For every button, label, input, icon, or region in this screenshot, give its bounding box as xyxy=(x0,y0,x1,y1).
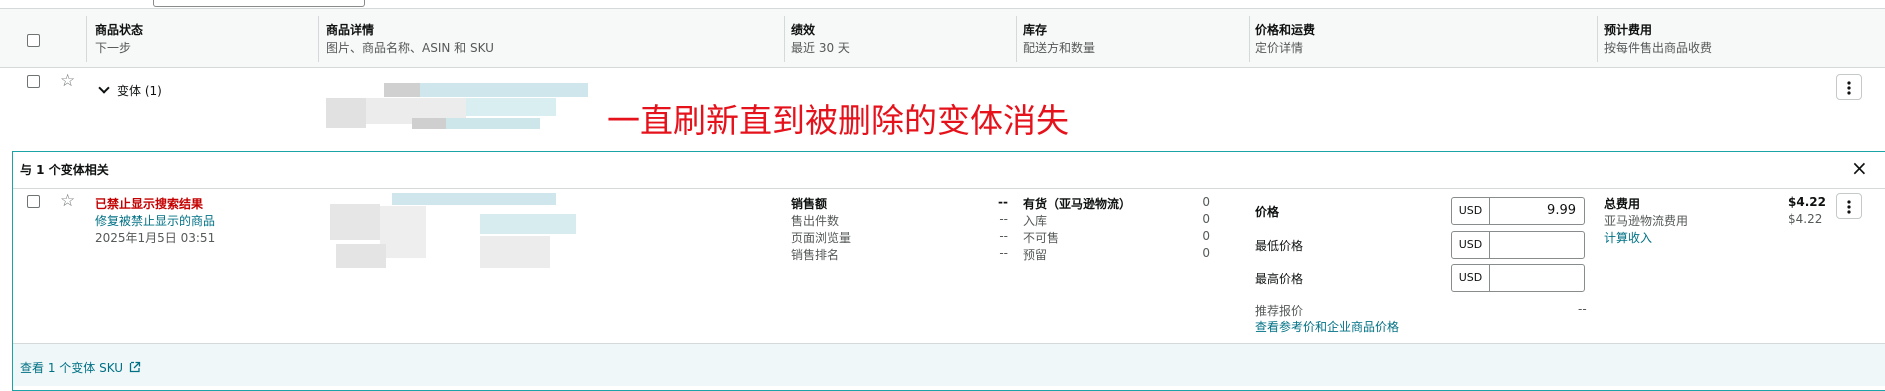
variant-checkbox[interactable] xyxy=(27,195,40,208)
more-actions-button[interactable] xyxy=(1836,193,1862,219)
perf-value: -- xyxy=(999,212,1008,226)
inventory-value: 0 xyxy=(1202,246,1210,260)
fix-suppressed-link[interactable]: 修复被禁止显示的商品 xyxy=(95,212,215,229)
chevron-down-icon xyxy=(98,82,110,94)
star-icon[interactable]: ☆ xyxy=(60,193,75,210)
header-inventory-title[interactable]: 库存 xyxy=(1023,21,1047,38)
perf-value: -- xyxy=(998,195,1008,209)
more-vertical-icon xyxy=(1847,200,1851,214)
inventory-value[interactable]: 0 xyxy=(1190,195,1210,209)
max-price-label: 最高价格 xyxy=(1255,272,1304,286)
close-icon[interactable]: × xyxy=(1851,156,1868,180)
currency-label: USD xyxy=(1452,232,1490,258)
inventory-value: 0 xyxy=(1202,212,1210,226)
variant-toggle[interactable]: 变体 (1) xyxy=(98,82,162,99)
annotation-text: 一直刷新直到被删除的变体消失 xyxy=(607,101,1069,140)
inventory-label: 入库 xyxy=(1023,214,1048,228)
header-details-title[interactable]: 商品详情 xyxy=(326,21,374,38)
view-variant-sku-label: 查看 1 个变体 SKU xyxy=(20,361,124,375)
inventory-value: 0 xyxy=(1202,229,1210,243)
inventory-label: 不可售 xyxy=(1023,231,1060,245)
header-performance-sub: 最近 30 天 xyxy=(791,41,850,55)
header-separator xyxy=(318,16,319,62)
header-fees-sub: 按每件售出商品收费 xyxy=(1604,41,1713,55)
total-fee-label: 总费用 xyxy=(1604,197,1641,211)
external-link-icon xyxy=(129,361,141,373)
select-all-checkbox[interactable] xyxy=(27,34,40,47)
inventory-label: 预留 xyxy=(1023,248,1048,262)
min-price-label: 最低价格 xyxy=(1255,239,1304,253)
variant-toggle-label: 变体 (1) xyxy=(117,84,162,98)
perf-label: 页面浏览量 xyxy=(791,231,852,245)
currency-label: USD xyxy=(1452,265,1490,291)
header-pricing-sub: 定价详情 xyxy=(1255,41,1304,55)
price-value: 9.99 xyxy=(1547,203,1576,218)
header-fees-title[interactable]: 预计费用 xyxy=(1604,21,1652,38)
header-separator xyxy=(784,16,785,62)
perf-label: 销售排名 xyxy=(791,248,840,262)
perf-value: -- xyxy=(999,246,1008,260)
header-status-title[interactable]: 商品状态 xyxy=(95,21,143,38)
table-header xyxy=(0,9,1885,68)
variants-panel-footer xyxy=(13,343,1885,386)
header-performance-title[interactable]: 绩效 xyxy=(791,21,815,38)
max-price-input[interactable]: USD xyxy=(1451,264,1585,292)
price-label: 价格 xyxy=(1255,205,1280,219)
variants-panel-title: 与 1 个变体相关 xyxy=(20,163,109,177)
status-date: 2025年1月5日 03:51 xyxy=(95,231,216,245)
search-input-remnant[interactable] xyxy=(153,0,365,7)
perf-label: 售出件数 xyxy=(791,214,840,228)
header-inventory-sub: 配送方和数量 xyxy=(1023,41,1096,55)
currency-label: USD xyxy=(1452,198,1490,224)
row-checkbox[interactable] xyxy=(27,75,40,88)
perf-label: 销售额 xyxy=(791,197,828,211)
more-vertical-icon xyxy=(1847,81,1851,95)
recommended-price-value: -- xyxy=(1578,302,1587,316)
more-actions-button[interactable] xyxy=(1836,74,1862,100)
fba-fee-label: 亚马逊物流费用 xyxy=(1604,214,1689,228)
variants-panel-header-divider xyxy=(13,188,1885,189)
header-status-sub: 下一步 xyxy=(95,41,132,55)
star-icon[interactable]: ☆ xyxy=(60,73,75,90)
header-details-sub: 图片、商品名称、ASIN 和 SKU xyxy=(326,41,494,55)
view-variant-sku-link[interactable]: 查看 1 个变体 SKU xyxy=(20,359,141,376)
fba-fee-value: $4.22 xyxy=(1788,212,1823,226)
min-price-input[interactable]: USD xyxy=(1451,231,1585,259)
header-pricing-title[interactable]: 价格和运费 xyxy=(1255,21,1315,38)
header-separator xyxy=(1597,16,1598,62)
price-input[interactable]: USD 9.99 xyxy=(1451,197,1585,225)
header-separator xyxy=(1016,16,1017,62)
perf-value: -- xyxy=(999,229,1008,243)
recommended-price-label: 推荐报价 xyxy=(1255,304,1304,318)
status-warning: 已禁止显示搜索结果 xyxy=(95,197,204,211)
inventory-label: 有货（亚马逊物流） xyxy=(1023,197,1132,211)
header-separator xyxy=(86,16,87,62)
header-separator xyxy=(1249,16,1250,62)
total-fee-value: $4.22 xyxy=(1788,195,1826,209)
reference-price-link[interactable]: 查看参考价和企业商品价格 xyxy=(1255,318,1399,335)
calculate-revenue-link[interactable]: 计算收入 xyxy=(1604,229,1652,246)
